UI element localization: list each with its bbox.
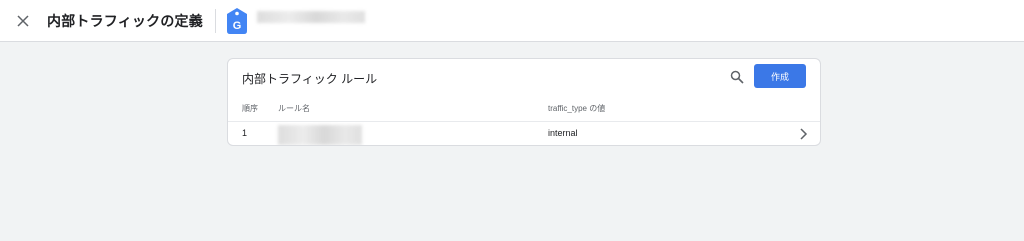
google-tag-icon: G (226, 7, 247, 34)
top-bar: 内部トラフィックの定義 G (0, 0, 1024, 42)
search-icon (730, 70, 744, 84)
row-rule-name (278, 125, 362, 145)
close-icon (17, 14, 29, 27)
search-button[interactable] (728, 68, 746, 86)
table-row[interactable]: 1 internal (228, 121, 820, 145)
card-title: 内部トラフィック ルール (242, 72, 378, 86)
logo-letter: G (233, 20, 242, 32)
close-button[interactable] (12, 10, 34, 32)
row-order: 1 (242, 128, 248, 138)
row-traffic-type: internal (548, 128, 578, 138)
column-header-traffic-type: traffic_type の値 (548, 104, 606, 113)
create-button[interactable]: 作成 (754, 64, 806, 88)
account-name (256, 10, 365, 23)
column-header-rule-name: ルール名 (278, 104, 310, 113)
column-header-order: 順序 (242, 104, 258, 113)
header-divider (214, 8, 216, 33)
internal-traffic-rules-card: 内部トラフィック ルール 作成 順序 ルール名 traffic_type の値 … (227, 58, 821, 146)
page-title: 内部トラフィックの定義 (47, 12, 203, 29)
chevron-right-icon (800, 128, 808, 140)
